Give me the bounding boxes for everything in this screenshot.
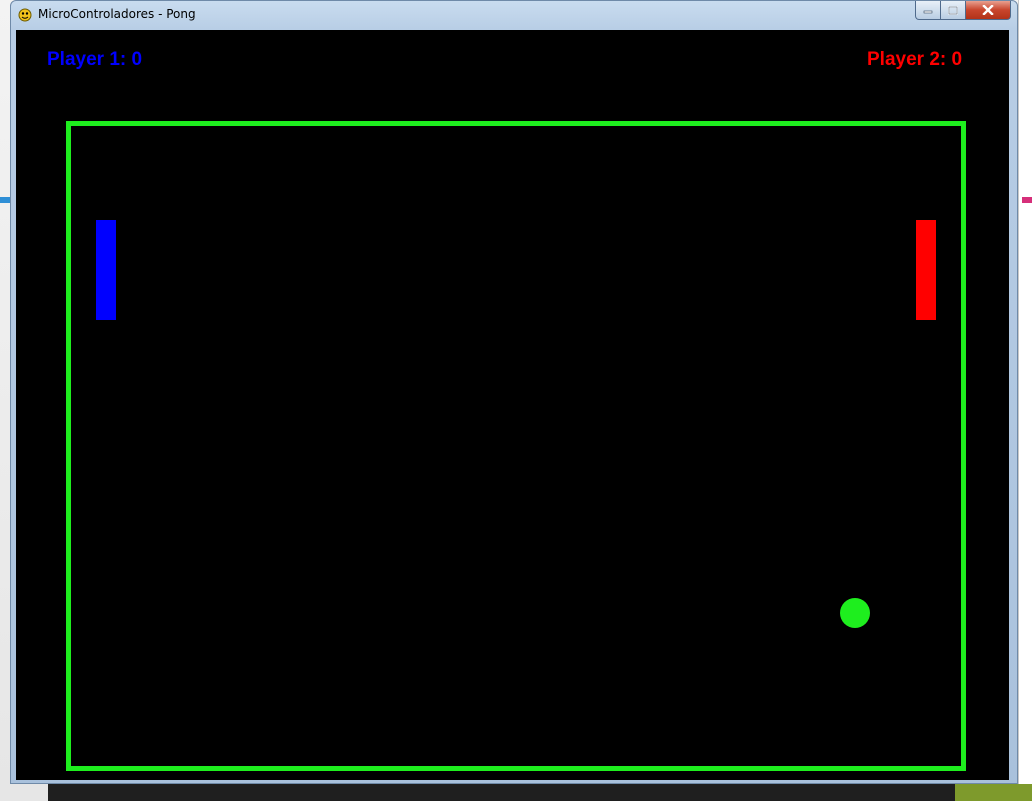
maximize-button[interactable] [940,1,966,20]
title-bar[interactable]: MicroControladores - Pong [11,1,1017,30]
ball [840,598,870,628]
taskbar-fragment [48,784,1032,801]
close-button[interactable] [965,1,1011,20]
minimize-icon [923,10,933,14]
desktop-fragment-right-accent [1022,197,1032,203]
maximize-icon [948,5,958,15]
player2-score: Player 2: 0 [867,49,963,70]
game-canvas[interactable]: Player 1: 0 Player 2: 0 [16,30,1009,780]
desktop-fragment-left [0,197,10,203]
close-icon [982,5,994,15]
minimize-button[interactable] [915,1,941,20]
window-title: MicroControladores - Pong [38,7,196,21]
player1-score: Player 1: 0 [47,49,143,70]
arena-border [66,121,966,771]
desktop-fragment-right [1018,0,1032,801]
pygame-snake-icon [18,8,32,22]
player2-paddle [916,220,936,320]
pong-window: MicroControladores - Pong Player 1: 0 Pl… [10,0,1018,784]
taskbar-fragment-accent [955,784,1032,801]
player1-paddle [96,220,116,320]
